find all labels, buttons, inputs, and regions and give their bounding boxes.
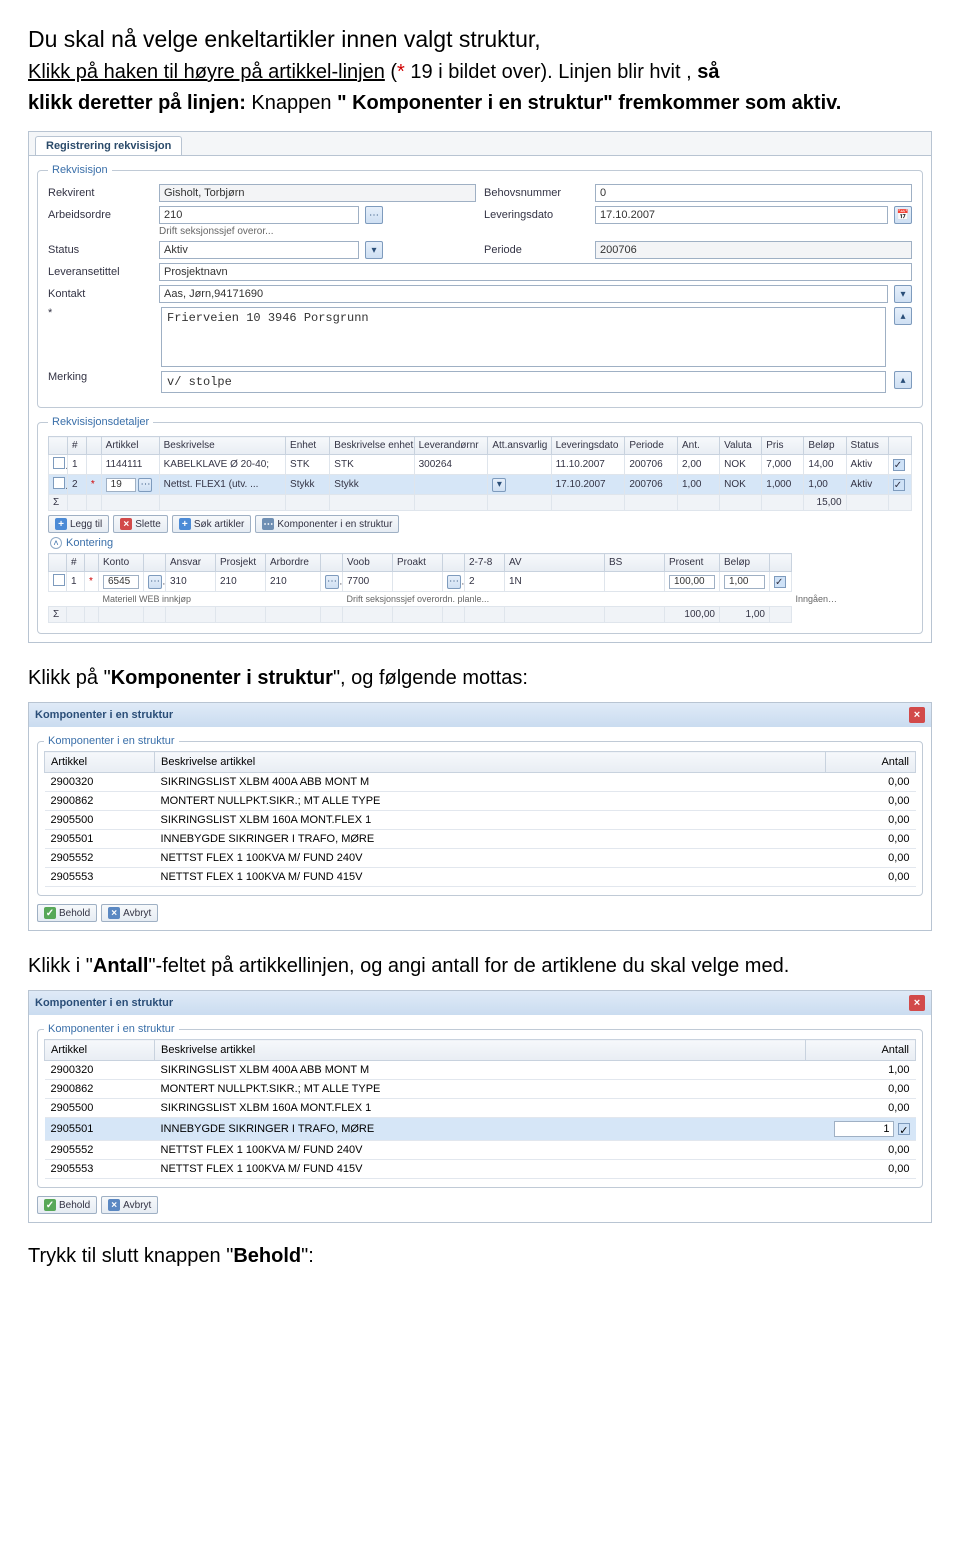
popup-fieldset: Komponenter i en struktur Artikkel Beskr… [37,735,923,896]
lookup-arbeidsordre-icon[interactable]: ⋯ [365,206,383,224]
lbl-required: * [48,307,153,319]
foot-text: Trykk til slutt knappen "Behold": [28,1245,932,1268]
popup-table-2: Artikkel Beskrivelse artikkel Antall 290… [44,1039,916,1179]
avbryt-button[interactable]: ×Avbryt [101,904,158,922]
list-item[interactable]: 2905552NETTST FLEX 1 100KVA M/ FUND 240V… [45,849,916,868]
popup-komponenter-1: Komponenter i en struktur × Komponenter … [28,702,932,931]
lbl-leveringsdato: Leveringsdato [484,209,589,221]
dropdown-status-icon[interactable]: ▾ [365,241,383,259]
list-item[interactable]: 2905553NETTST FLEX 1 100KVA M/ FUND 415V… [45,1160,916,1179]
kontering-collapser[interactable]: ˄ Kontering [50,537,113,549]
avbryt-button-2[interactable]: ×Avbryt [101,1196,158,1214]
col-artikkel: Artikkel [45,752,155,773]
arbeidsordre-subnote: Drift seksjonssjef overor... [159,226,912,237]
slette-button[interactable]: ×Slette [113,515,168,533]
lbl-rekvirent: Rekvirent [48,187,153,199]
col-artikkel-2: Artikkel [45,1040,155,1061]
close-icon[interactable]: × [909,707,925,723]
tab-strip: Registrering rekvisisjon [29,132,931,156]
list-item[interactable]: 2905553NETTST FLEX 1 100KVA M/ FUND 415V… [45,868,916,887]
field-kontakt[interactable] [159,285,888,303]
list-item[interactable]: 2900320SIKRINGSLIST XLBM 400A ABB MONT M… [45,1061,916,1080]
col-beskrivelse-2: Beskrivelse artikkel [155,1040,806,1061]
sum-row: Σ15,00 [49,495,912,511]
intro-line3: klikk deretter på linjen: Knappen " Komp… [28,90,932,117]
detaljer-toolbar: +Legg til ×Slette +Søk artikler ⋯Kompone… [48,515,912,533]
behold-button-2[interactable]: ✓Behold [37,1196,97,1214]
behold-button[interactable]: ✓Behold [37,904,97,922]
detaljer-table: #ArtikkelBeskrivelseEnhetBeskrivelse enh… [48,436,912,511]
field-leveringsdato[interactable] [595,206,888,224]
popup-titlebar-2: Komponenter i en struktur × [29,991,931,1015]
field-status[interactable] [159,241,359,259]
table-row[interactable]: 2* ⋯Nettst. FLEX1 (utv. ...StykkStykk▾17… [49,475,912,495]
calendar-icon[interactable]: 📅 [894,206,912,224]
popup-title: Komponenter i en struktur [35,709,173,721]
lbl-behovsnummer: Behovsnummer [484,187,589,199]
popup-komponenter-2: Komponenter i en struktur × Komponenter … [28,990,932,1223]
sok-artikler-button[interactable]: +Søk artikler [172,515,252,533]
list-item[interactable]: 2905552NETTST FLEX 1 100KVA M/ FUND 240V… [45,1141,916,1160]
table-row[interactable]: 1*⋯310210210⋯7700⋯21N✓ [49,572,912,592]
col-antall-2: Antall [806,1040,916,1061]
field-arbeidsordre[interactable] [159,206,359,224]
mid-text-2: Klikk i "Antall"-feltet på artikkellinje… [28,953,932,980]
rekvisisjon-section: Rekvisisjon Rekvirent Behovsnummer Arbei… [37,164,923,408]
lbl-kontakt: Kontakt [48,288,153,300]
popup-toolbar-2: ✓Behold ×Avbryt [37,1196,923,1214]
field-behovsnummer[interactable] [595,184,912,202]
intro-text: Du skal nå velge enkeltartikler innen va… [28,24,932,117]
komponenter-button[interactable]: ⋯Komponenter i en struktur [255,515,399,533]
intro-line1: Du skal nå velge enkeltartikler innen va… [28,24,932,55]
dropdown-kontakt-icon[interactable]: ▾ [894,285,912,303]
list-item[interactable]: 2900862MONTERT NULLPKT.SIKR.; MT ALLE TY… [45,792,916,811]
chevron-up-icon: ˄ [50,537,62,549]
popup-titlebar: Komponenter i en struktur × [29,703,931,727]
kontering-table: #KontoAnsvarProsjektArbordreVoobProakt2-… [48,553,912,623]
list-item[interactable]: 2905501INNEBYGDE SIKRINGER I TRAFO, MØRE… [45,830,916,849]
detaljer-legend: Rekvisisjonsdetaljer [48,416,153,428]
app-panel: Registrering rekvisisjon Rekvisisjon Rek… [28,131,932,643]
lbl-leveransetittel: Leveransetittel [48,266,153,278]
popup-title-2: Komponenter i en struktur [35,997,173,1009]
rekvisisjon-legend: Rekvisisjon [48,164,112,176]
lbl-merking: Merking [48,371,153,383]
detaljer-header-row: #ArtikkelBeskrivelseEnhetBeskrivelse enh… [49,437,912,455]
field-periode[interactable] [595,241,912,259]
lbl-status: Status [48,244,153,256]
scroll-up-icon[interactable]: ▴ [894,307,912,325]
popup-fieldset-2: Komponenter i en struktur Artikkel Beskr… [37,1023,923,1188]
field-leveransetittel[interactable] [159,263,912,281]
list-item[interactable]: 2900862MONTERT NULLPKT.SIKR.; MT ALLE TY… [45,1080,916,1099]
col-beskrivelse: Beskrivelse artikkel [155,752,826,773]
field-merking[interactable]: v/ stolpe [161,371,886,393]
detaljer-section: Rekvisisjonsdetaljer #ArtikkelBeskrivels… [37,416,923,634]
popup-legend-2: Komponenter i en struktur [44,1023,179,1035]
popup-legend: Komponenter i en struktur [44,735,179,747]
field-rekvirent[interactable] [159,184,476,202]
popup-table-1: Artikkel Beskrivelse artikkel Antall 290… [44,751,916,887]
mid-text-1: Klikk på "Komponenter i struktur", og fø… [28,665,932,692]
legg-til-button[interactable]: +Legg til [48,515,109,533]
close-icon-2[interactable]: × [909,995,925,1011]
intro-line2: Klikk på haken til høyre på artikkel-lin… [28,59,932,86]
tab-registrering[interactable]: Registrering rekvisisjon [35,136,182,155]
col-antall: Antall [826,752,916,773]
table-row[interactable]: 11144111KABELKLAVE Ø 20-40;STKSTK3002641… [49,455,912,475]
list-item[interactable]: 2905501INNEBYGDE SIKRINGER I TRAFO, MØRE… [45,1118,916,1141]
kontering-header-row: #KontoAnsvarProsjektArbordreVoobProakt2-… [49,554,912,572]
antall-input[interactable] [834,1121,894,1137]
list-item[interactable]: 2905500SIKRINGSLIST XLBM 160A MONT.FLEX … [45,1099,916,1118]
list-item[interactable]: 2900320SIKRINGSLIST XLBM 400A ABB MONT M… [45,773,916,792]
lbl-periode: Periode [484,244,589,256]
list-item[interactable]: 2905500SIKRINGSLIST XLBM 160A MONT.FLEX … [45,811,916,830]
scroll-up-merking-icon[interactable]: ▴ [894,371,912,389]
field-adresse[interactable]: Frierveien 10 3946 Porsgrunn [161,307,886,367]
popup-toolbar-1: ✓Behold ×Avbryt [37,904,923,922]
lbl-arbeidsordre: Arbeidsordre [48,209,153,221]
